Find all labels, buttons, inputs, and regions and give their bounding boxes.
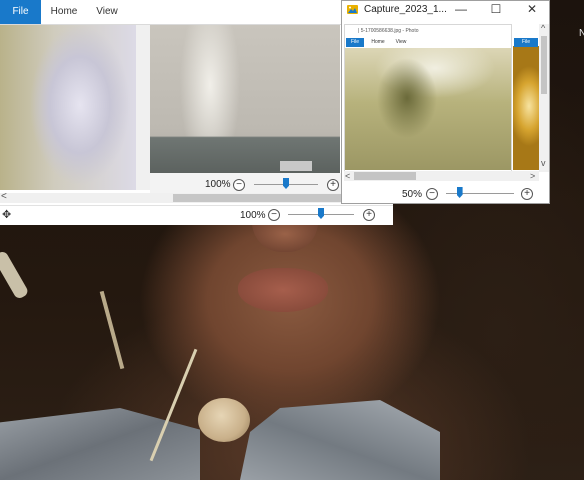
capture-horizontal-scroll-thumb[interactable]	[354, 172, 416, 180]
capture-zoom-in-button[interactable]: +	[521, 188, 533, 200]
close-button[interactable]: ✕	[523, 2, 541, 16]
pane-zoom-level: 100%	[205, 179, 231, 190]
capture-window-title: Capture_2023_1...	[364, 4, 447, 15]
move-icon[interactable]: ✥	[2, 208, 11, 221]
minimize-button[interactable]: —	[452, 2, 470, 16]
scroll-down-arrow-icon[interactable]: v	[541, 158, 546, 168]
scroll-up-arrow-icon[interactable]: ^	[541, 23, 545, 33]
horizontal-scroll-thumb[interactable]	[173, 194, 341, 202]
zoom-in-button[interactable]: +	[327, 179, 339, 191]
nested-tab-file: File	[346, 38, 364, 47]
capture-zoom-level: 50%	[402, 189, 423, 200]
horizontal-scroll-thumb[interactable]	[280, 161, 312, 171]
pane-zoom-bar	[150, 173, 341, 193]
status-zoom-level: 100%	[240, 210, 266, 221]
vertical-scrollbar[interactable]	[136, 25, 150, 190]
status-bar	[0, 205, 393, 225]
photos-app-icon	[347, 5, 358, 14]
tab-home[interactable]: Home	[44, 0, 84, 24]
photo-bead-pendant	[198, 398, 250, 442]
nested-image	[345, 48, 511, 170]
nested-tab-file-secondary: File	[514, 38, 538, 47]
status-zoom-in-button[interactable]: +	[363, 209, 375, 221]
image-pane-left	[0, 25, 136, 190]
scroll-left-arrow-icon[interactable]: <	[1, 191, 7, 202]
tab-view[interactable]: View	[88, 0, 126, 24]
nested-viewer-title: | 5-1700586638.jpg - Photo	[358, 28, 419, 34]
nested-tab-view: View	[395, 39, 407, 45]
status-zoom-out-button[interactable]: −	[268, 209, 280, 221]
maximize-button[interactable]: ☐	[487, 2, 505, 16]
image-pane-right	[150, 25, 340, 173]
capture-vertical-scroll-thumb[interactable]	[541, 36, 547, 94]
side-image-strip	[513, 46, 539, 170]
zoom-out-button[interactable]: −	[233, 179, 245, 191]
tab-file[interactable]: File	[0, 0, 41, 24]
capture-zoom-out-button[interactable]: −	[426, 188, 438, 200]
edge-text: N	[579, 28, 584, 39]
scroll-left-arrow-icon[interactable]: <	[345, 171, 350, 181]
nested-tab-home: Home	[371, 39, 385, 45]
scroll-right-arrow-icon[interactable]: >	[530, 171, 535, 181]
photo-lips-region	[238, 268, 328, 312]
capture-zoom-slider-track[interactable]	[446, 193, 514, 194]
